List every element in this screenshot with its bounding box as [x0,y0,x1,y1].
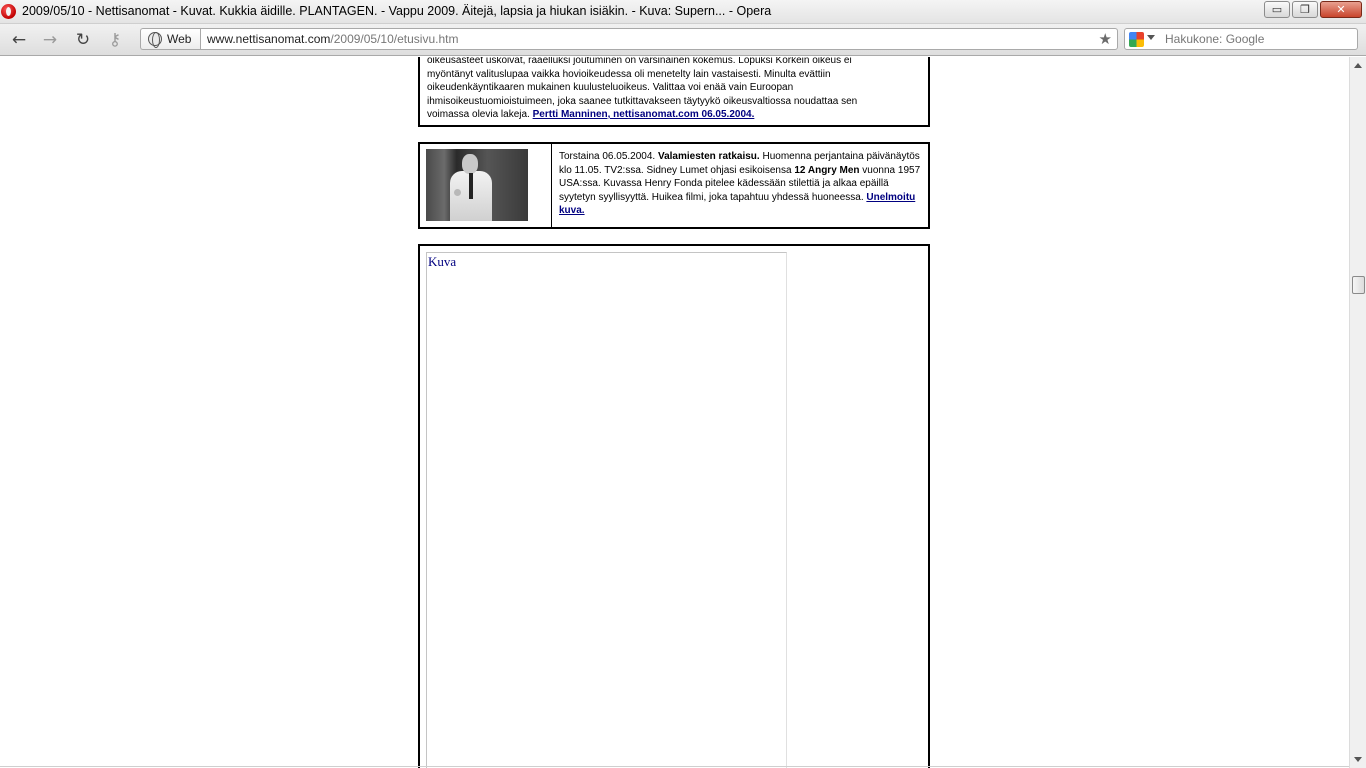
vertical-scrollbar[interactable] [1349,57,1366,768]
film-title: 12 Angry Men [794,164,860,176]
site-info-label: Web [167,32,192,46]
search-field[interactable]: Hakukone: Google [1124,28,1358,50]
film-photo [426,149,528,221]
globe-icon [148,32,162,48]
article-date: Torstaina 06.05.2004. [559,151,658,162]
scroll-up-icon[interactable] [1354,63,1362,68]
chevron-down-icon[interactable] [1147,35,1155,40]
scroll-down-icon[interactable] [1354,757,1362,762]
wand-key-icon[interactable]: ⚷ [104,30,126,50]
cell-divider [551,144,552,227]
article-heading: Valamiesten ratkaisu. [657,151,760,162]
article-text-lawsuit: oikeusasteet uskoivat, rääelluksi joutum… [427,57,897,122]
minimize-button[interactable]: ▭ [1264,1,1290,18]
address-path: /2009/05/10/etusivu.htm [330,32,459,46]
image-alt-text: Kuva [428,254,457,269]
close-button[interactable]: ✕ [1320,1,1362,18]
page-viewport: oikeusasteet uskoivat, rääelluksi joutum… [0,57,1349,768]
viewport-bottom-edge [0,766,1349,767]
author-link[interactable]: Pertti Manninen, nettisanomat.com 06.05.… [533,109,755,120]
back-arrow-icon[interactable]: ← [8,30,30,50]
window-controls: ▭ ❐ ✕ [1264,1,1362,18]
scroll-thumb[interactable] [1352,276,1365,294]
close-icon: ✕ [1336,3,1346,16]
image-frame: Kuva [426,252,787,768]
forward-arrow-icon[interactable]: → [39,30,61,50]
article-box-lawsuit: oikeusasteet uskoivat, rääelluksi joutum… [418,57,930,127]
title-bar: 2009/05/10 - Nettisanomat - Kuvat. Kukki… [0,0,1366,24]
bookmark-star-icon[interactable]: ★ [1099,30,1112,48]
site-info-badge[interactable]: Web [140,28,200,50]
google-icon[interactable] [1129,32,1144,47]
article-box-12-angry-men: Torstaina 06.05.2004. Valamiesten ratkai… [418,142,930,229]
reload-icon[interactable]: ↻ [72,30,94,50]
address-text: www.nettisanomat.com/2009/05/10/etusivu.… [207,32,458,46]
window-title: 2009/05/10 - Nettisanomat - Kuvat. Kukki… [22,4,772,18]
article-text-film: Torstaina 06.05.2004. Valamiesten ratkai… [559,150,921,218]
restore-icon: ❐ [1300,3,1310,16]
address-host: www.nettisanomat.com [207,32,331,46]
navigation-toolbar: ← → ↻ ⚷ Web www.nettisanomat.com/2009/05… [0,24,1366,56]
opera-logo-icon[interactable] [1,4,16,19]
address-field[interactable]: www.nettisanomat.com/2009/05/10/etusivu.… [200,28,1118,50]
maximize-button[interactable]: ❐ [1292,1,1318,18]
image-frame-box: Kuva [418,244,930,768]
search-placeholder: Hakukone: Google [1165,32,1265,46]
minimize-icon: ▭ [1271,3,1283,16]
